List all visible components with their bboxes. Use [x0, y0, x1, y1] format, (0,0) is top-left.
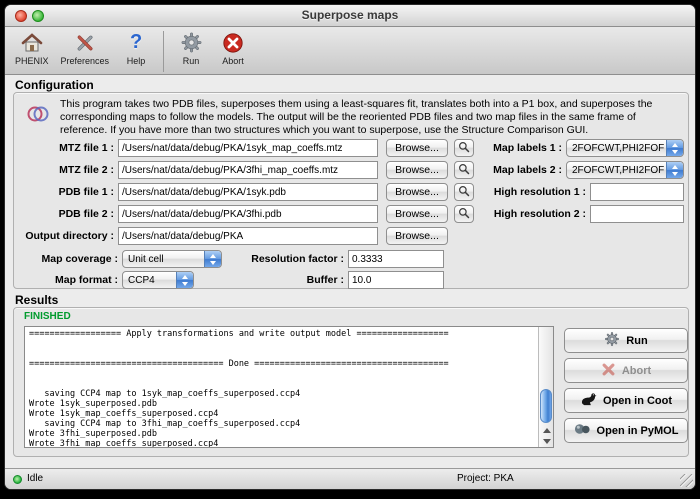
scroll-down-arrow-icon[interactable] — [539, 436, 554, 447]
toolbar-button-preferences[interactable]: Preferences — [61, 29, 110, 66]
high-resolution-1-label: High resolution 1 : — [474, 183, 586, 201]
abort-icon — [222, 29, 244, 56]
toolbar-button-phenix[interactable]: PHENIX — [15, 29, 49, 66]
mtz-file-2-label: MTZ file 2 : — [18, 161, 114, 179]
map-format-select[interactable]: CCP4 — [122, 271, 194, 289]
coot-bird-icon — [580, 392, 597, 410]
window-title: Superpose maps — [5, 5, 695, 26]
abort-button-label: Abort — [622, 365, 651, 377]
toolbar-separator — [163, 31, 164, 72]
inspect-pdb-2-button[interactable] — [454, 205, 474, 223]
resize-grip[interactable] — [680, 474, 693, 487]
console-log[interactable]: ================== Apply transformations… — [24, 326, 554, 448]
program-icon — [26, 101, 50, 132]
magnifier-icon — [458, 141, 470, 156]
toolbar-label-run: Run — [183, 56, 200, 66]
gear-icon — [604, 331, 620, 350]
results-section-title: Results — [15, 293, 58, 307]
pymol-icon — [574, 422, 591, 439]
toolbar-label-phenix: PHENIX — [15, 56, 49, 66]
browse-mtz-2-button[interactable]: Browse... — [386, 161, 448, 179]
zoom-button[interactable] — [32, 10, 44, 22]
toolbar-button-run[interactable]: Run — [176, 29, 206, 66]
open-in-coot-label: Open in Coot — [603, 395, 672, 407]
buffer-label: Buffer : — [238, 271, 344, 289]
open-in-coot-button[interactable]: Open in Coot — [564, 388, 688, 413]
browse-pdb-1-button[interactable]: Browse... — [386, 183, 448, 201]
scroll-up-arrow-icon[interactable] — [539, 425, 554, 436]
high-resolution-2-label: High resolution 2 : — [474, 205, 586, 223]
console-scrollbar[interactable] — [538, 327, 553, 447]
resolution-factor-label: Resolution factor : — [238, 250, 344, 268]
toolbar-label-preferences: Preferences — [61, 56, 110, 66]
status-text: Idle — [27, 473, 43, 484]
run-button[interactable]: Run — [564, 328, 688, 353]
project-label: Project: PKA — [457, 473, 514, 484]
toolbar-button-help[interactable]: ? Help — [121, 29, 151, 66]
map-labels-2-select[interactable]: 2FOFCWT,PHI2FOF... — [566, 161, 684, 179]
run-button-label: Run — [626, 335, 647, 347]
abort-x-icon — [601, 362, 616, 380]
status-badge: FINISHED — [24, 311, 71, 322]
open-in-pymol-label: Open in PyMOL — [597, 425, 679, 437]
scrollbar-thumb[interactable] — [540, 389, 552, 423]
browse-pdb-2-button[interactable]: Browse... — [386, 205, 448, 223]
chevron-updown-icon — [666, 162, 683, 178]
chevron-updown-icon — [666, 140, 683, 156]
abort-button[interactable]: Abort — [564, 358, 688, 383]
toolbar-button-abort[interactable]: Abort — [218, 29, 248, 66]
pdb-file-1-input[interactable] — [118, 183, 378, 201]
output-directory-label: Output directory : — [18, 227, 114, 245]
status-bar: Idle Project: PKA — [5, 468, 695, 489]
map-coverage-label: Map coverage : — [18, 250, 118, 268]
map-labels-1-value: 2FOFCWT,PHI2FOF... — [572, 140, 664, 157]
toolbar: PHENIX Preferences ? Help — [5, 27, 695, 75]
map-coverage-value: Unit cell — [128, 251, 202, 268]
home-icon — [20, 29, 44, 56]
browse-output-directory-button[interactable]: Browse... — [386, 227, 448, 245]
inspect-mtz-1-button[interactable] — [454, 139, 474, 157]
toolbar-label-help: Help — [127, 56, 146, 66]
pdb-file-2-label: PDB file 2 : — [18, 205, 114, 223]
magnifier-icon — [458, 163, 470, 178]
map-labels-2-label: Map labels 2 : — [474, 161, 562, 179]
magnifier-icon — [458, 207, 470, 222]
map-format-label: Map format : — [18, 271, 118, 289]
mtz-file-2-input[interactable] — [118, 161, 378, 179]
magnifier-icon — [458, 185, 470, 200]
configuration-panel: This program takes two PDB files, superp… — [13, 92, 689, 289]
chevron-updown-icon — [204, 251, 221, 267]
help-icon: ? — [130, 29, 142, 56]
inspect-mtz-2-button[interactable] — [454, 161, 474, 179]
tools-icon — [73, 29, 97, 56]
pdb-file-2-input[interactable] — [118, 205, 378, 223]
gear-icon — [180, 29, 203, 56]
map-labels-2-value: 2FOFCWT,PHI2FOF... — [572, 162, 664, 179]
buffer-input[interactable] — [348, 271, 444, 289]
resolution-factor-input[interactable] — [348, 250, 444, 268]
open-in-pymol-button[interactable]: Open in PyMOL — [564, 418, 688, 443]
mtz-file-1-label: MTZ file 1 : — [18, 139, 114, 157]
configuration-section-title: Configuration — [15, 78, 94, 92]
inspect-pdb-1-button[interactable] — [454, 183, 474, 201]
program-description: This program takes two PDB files, superp… — [60, 98, 676, 137]
map-coverage-select[interactable]: Unit cell — [122, 250, 222, 268]
map-labels-1-label: Map labels 1 : — [474, 139, 562, 157]
idle-status-icon — [13, 475, 22, 484]
superpose-maps-window: Superpose maps PHENIX Preferences — [4, 4, 696, 490]
map-format-value: CCP4 — [128, 272, 174, 289]
output-directory-input[interactable] — [118, 227, 378, 245]
map-labels-1-select[interactable]: 2FOFCWT,PHI2FOF... — [566, 139, 684, 157]
mtz-file-1-input[interactable] — [118, 139, 378, 157]
browse-mtz-1-button[interactable]: Browse... — [386, 139, 448, 157]
close-button[interactable] — [15, 10, 27, 22]
title-bar[interactable]: Superpose maps — [5, 5, 695, 27]
pdb-file-1-label: PDB file 1 : — [18, 183, 114, 201]
results-panel: FINISHED ================== Apply transf… — [13, 307, 689, 457]
console-output: ================== Apply transformations… — [25, 327, 537, 447]
high-resolution-1-input[interactable] — [590, 183, 684, 201]
chevron-updown-icon — [176, 272, 193, 288]
high-resolution-2-input[interactable] — [590, 205, 684, 223]
toolbar-label-abort: Abort — [222, 56, 244, 66]
